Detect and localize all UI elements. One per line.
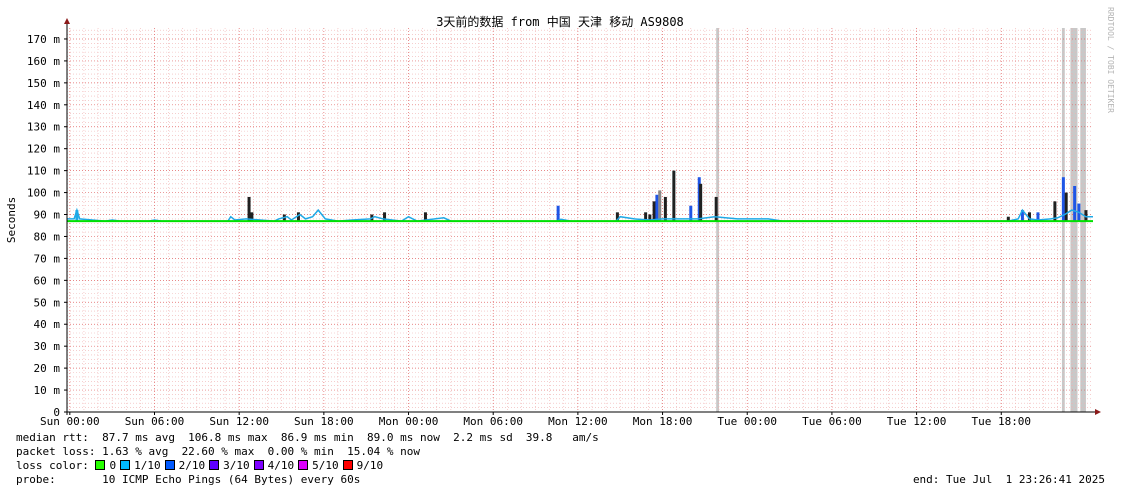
x-tick-label: Sun 06:00	[125, 415, 185, 428]
y-tick-label: 30 m	[34, 340, 61, 353]
x-tick-label: Mon 00:00	[379, 415, 439, 428]
y-tick-label: 90 m	[34, 209, 61, 222]
y-tick-label: 160 m	[27, 55, 60, 68]
loss-color-swatch	[253, 460, 264, 470]
y-axis-arrow	[64, 18, 70, 24]
y-tick-label: 40 m	[34, 318, 61, 331]
y-tick-label: 150 m	[27, 77, 60, 90]
x-tick-label: Mon 18:00	[633, 415, 693, 428]
x-tick-label: Mon 06:00	[463, 415, 523, 428]
loss-color-item: 1/10	[120, 459, 161, 473]
loss-color-legend: loss color: 0 1/10 2/10 3/10 4/10 5/10 9/10	[16, 459, 387, 473]
y-tick-label: 10 m	[34, 384, 61, 397]
loss-color-label-item: 0	[109, 459, 117, 472]
loss-color-swatch	[164, 460, 175, 470]
loss-color-item: 4/10	[253, 459, 295, 473]
rrdtool-credit: RRDTOOL / TOBI OETIKER	[1106, 7, 1115, 113]
loss-color-swatch	[209, 460, 220, 470]
probe-line: probe: 10 ICMP Echo Pings (64 Bytes) eve…	[16, 473, 361, 486]
x-tick-label: Sun 18:00	[294, 415, 354, 428]
loss-color-swatch	[298, 460, 309, 470]
latency-chart: 010 m20 m30 m40 m50 m60 m70 m80 m90 m100…	[5, 7, 1115, 428]
loss-color-swatch	[95, 460, 106, 470]
median-rtt-line: median rtt: 87.7 ms avg 106.8 ms max 86.…	[16, 431, 599, 444]
loss-color-item: 5/10	[298, 459, 339, 473]
x-tick-label: Tue 06:00	[802, 415, 862, 428]
loss-color-item: 3/10	[209, 459, 250, 473]
y-tick-label: 50 m	[34, 296, 61, 309]
y-tick-label: 130 m	[27, 121, 60, 134]
x-axis-arrow	[1095, 409, 1101, 415]
loss-color-item: 0	[95, 459, 116, 473]
y-tick-label: 170 m	[27, 33, 60, 46]
y-tick-label: 80 m	[34, 230, 61, 243]
x-tick-label: Sun 00:00	[40, 415, 100, 428]
x-tick-label: Tue 00:00	[717, 415, 777, 428]
loss-color-label-item: 3/10	[223, 459, 250, 472]
y-tick-label: 60 m	[34, 274, 61, 287]
y-tick-label: 140 m	[27, 99, 60, 112]
y-tick-label: 120 m	[27, 143, 60, 156]
loss-color-swatch	[120, 460, 131, 470]
loss-color-label-item: 2/10	[178, 459, 206, 472]
loss-color-label: loss color:	[16, 459, 89, 472]
loss-color-label-item: 5/10	[312, 459, 339, 472]
y-tick-label: 100 m	[27, 187, 60, 200]
loss-color-item: 9/10	[342, 459, 384, 473]
y-tick-label: 110 m	[27, 165, 60, 178]
loss-color-label-item: 4/10	[267, 459, 295, 472]
loss-color-label-item: 1/10	[134, 459, 161, 472]
x-tick-label: Mon 12:00	[548, 415, 608, 428]
loss-color-item: 2/10	[164, 459, 206, 473]
x-tick-label: Sun 12:00	[209, 415, 269, 428]
loss-color-label-item: 9/10	[356, 459, 384, 472]
loss-color-swatch	[342, 460, 353, 470]
y-axis-label: Seconds	[5, 197, 18, 243]
packet-loss-line: packet loss: 1.63 % avg 22.60 % max 0.00…	[16, 445, 420, 458]
y-tick-label: 20 m	[34, 362, 61, 375]
series-line	[67, 207, 1093, 222]
end-timestamp: end: Tue Jul 1 23:26:41 2025	[912, 473, 1105, 486]
loss-color-items: 0 1/10 2/10 3/10 4/10 5/10 9/10	[95, 459, 387, 472]
x-tick-label: Tue 12:00	[887, 415, 947, 428]
chart-title: 3天前的数据 from 中国 天津 移动 AS9808	[436, 14, 684, 29]
x-tick-label: Tue 18:00	[971, 415, 1031, 428]
y-tick-label: 70 m	[34, 252, 61, 265]
